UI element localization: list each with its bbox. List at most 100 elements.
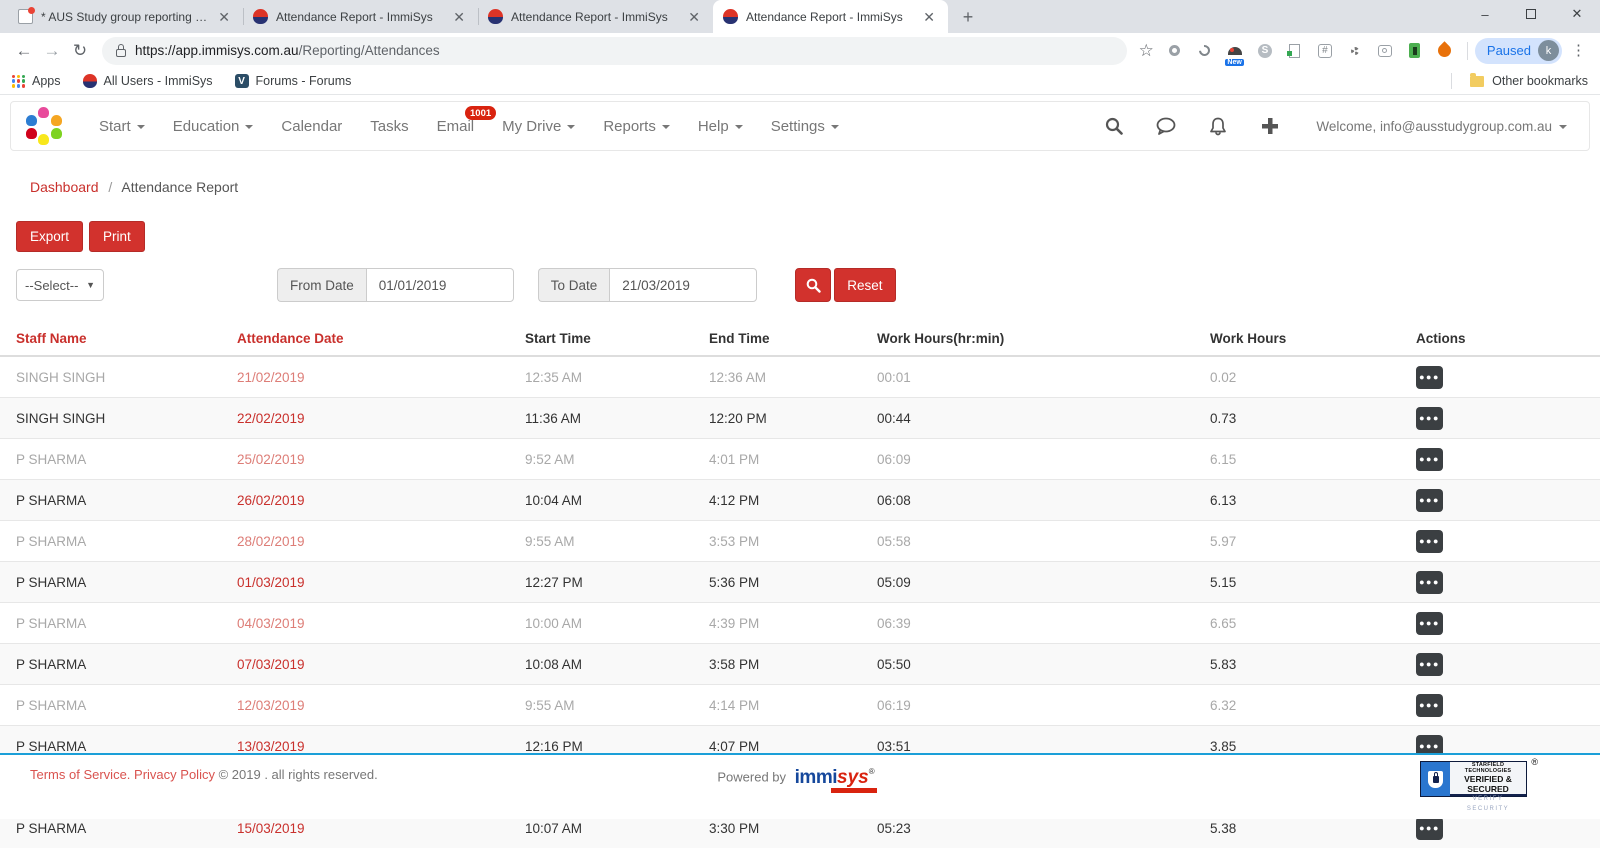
apps-shortcut[interactable]: Apps (12, 74, 61, 88)
search-submit-button[interactable] (795, 268, 831, 302)
address-bar[interactable]: https://app.immisys.com.au/Reporting/Att… (102, 37, 1127, 65)
seal-verify-security: VERIFY SECURITY (1450, 794, 1526, 804)
search-icon[interactable] (1088, 116, 1140, 136)
circle-extension-icon[interactable] (1163, 39, 1186, 62)
from-date-input[interactable] (366, 268, 514, 302)
staff-select-dropdown[interactable]: --Select-- ▼ (16, 269, 104, 301)
immisys-favicon (488, 9, 503, 24)
breadcrumb-dashboard-link[interactable]: Dashboard (30, 179, 99, 195)
chat-icon[interactable] (1140, 116, 1192, 136)
row-actions-button[interactable]: ●●● (1416, 694, 1443, 717)
restore-button[interactable] (1508, 0, 1554, 28)
breadcrumb-current: Attendance Report (121, 179, 238, 195)
cell-staff-name: P SHARMA (0, 480, 221, 521)
table-row: P SHARMA07/03/201910:08 AM3:58 PM05:505.… (0, 644, 1600, 685)
cell-attendance-date[interactable]: 12/03/2019 (221, 685, 509, 726)
tab-close-icon[interactable]: ✕ (450, 9, 468, 25)
row-actions-button[interactable]: ●●● (1416, 530, 1443, 553)
browser-tab[interactable]: * AUS Study group reporting tha ✕ (8, 0, 243, 33)
cell-staff-name: P SHARMA (0, 439, 221, 480)
column-header-end-time: End Time (693, 322, 861, 356)
cell-work-hours-hrmin: 05:50 (861, 644, 1194, 685)
nav-item-tasks[interactable]: Tasks (356, 102, 422, 150)
cell-staff-name: P SHARMA (0, 685, 221, 726)
tab-close-icon[interactable]: ✕ (215, 9, 233, 25)
powered-by-label: Powered by (717, 769, 786, 784)
cell-attendance-date[interactable]: 01/03/2019 (221, 562, 509, 603)
cell-attendance-date[interactable]: 25/02/2019 (221, 439, 509, 480)
print-button[interactable]: Print (89, 221, 145, 252)
row-actions-button[interactable]: ●●● (1416, 817, 1443, 840)
nav-item-email[interactable]: Email 1001 (423, 102, 489, 150)
verified-secured-seal[interactable]: STARFIELD TECHNOLOGIES VERIFIED & SECURE… (1420, 761, 1527, 797)
row-actions-button[interactable]: ●●● (1416, 653, 1443, 676)
close-window-button[interactable]: ✕ (1554, 0, 1600, 28)
reset-button[interactable]: Reset (834, 268, 895, 302)
nav-item-my-drive[interactable]: My Drive (488, 102, 589, 150)
browser-menu-icon[interactable]: ⋮ (1571, 48, 1586, 53)
url-text: https://app.immisys.com.au/Reporting/Att… (135, 43, 440, 58)
row-actions-button[interactable]: ●●● (1416, 366, 1443, 389)
row-actions-button[interactable]: ●●● (1416, 489, 1443, 512)
row-actions-button[interactable]: ●●● (1416, 612, 1443, 635)
cell-attendance-date[interactable]: 04/03/2019 (221, 603, 509, 644)
skype-extension-icon[interactable]: S (1253, 39, 1276, 62)
nav-item-settings[interactable]: Settings (757, 102, 853, 150)
cell-staff-name: SINGH SINGH (0, 356, 221, 398)
add-plus-icon[interactable] (1244, 116, 1296, 136)
row-actions-button[interactable]: ●●● (1416, 571, 1443, 594)
cell-attendance-date[interactable]: 28/02/2019 (221, 521, 509, 562)
cell-actions: ●●● (1400, 521, 1600, 562)
column-header-attendance-date[interactable]: Attendance Date (221, 322, 509, 356)
immisys-logo: immisys® (795, 767, 883, 789)
browser-tab[interactable]: Attendance Report - ImmiSys ✕ (713, 0, 948, 33)
account-menu[interactable]: Welcome, info@ausstudygroup.com.au (1296, 119, 1575, 134)
minimize-button[interactable]: – (1462, 0, 1508, 28)
cell-actions: ●●● (1400, 480, 1600, 521)
document-extension-icon[interactable] (1283, 39, 1306, 62)
bookmark-star-icon[interactable]: ☆ (1139, 41, 1154, 61)
phone-extension-icon[interactable] (1403, 39, 1426, 62)
to-date-input[interactable] (609, 268, 757, 302)
gear-extension-icon[interactable] (1343, 39, 1366, 62)
forward-button[interactable]: → (38, 37, 66, 65)
camera-extension-icon[interactable] (1373, 39, 1396, 62)
cell-attendance-date[interactable]: 21/02/2019 (221, 356, 509, 398)
cell-staff-name: P SHARMA (0, 562, 221, 603)
nav-item-reports[interactable]: Reports (589, 102, 684, 150)
row-actions-button[interactable]: ●●● (1416, 407, 1443, 430)
cell-attendance-date[interactable]: 22/02/2019 (221, 398, 509, 439)
speedtest-extension-icon[interactable]: New (1223, 39, 1246, 62)
nav-item-start[interactable]: Start (85, 102, 159, 150)
tab-close-icon[interactable]: ✕ (920, 9, 938, 25)
aus-study-group-logo[interactable] (25, 107, 63, 145)
row-actions-button[interactable]: ●●● (1416, 448, 1443, 471)
nav-item-help[interactable]: Help (684, 102, 757, 150)
bookmark-item[interactable]: All Users - ImmiSys (83, 74, 213, 88)
export-button[interactable]: Export (16, 221, 83, 252)
other-bookmarks[interactable]: Other bookmarks (1492, 74, 1588, 88)
notifications-bell-icon[interactable] (1192, 116, 1244, 137)
chevron-down-icon (662, 125, 670, 129)
browser-tab[interactable]: Attendance Report - ImmiSys ✕ (478, 0, 713, 33)
tab-close-icon[interactable]: ✕ (685, 9, 703, 25)
table-row: P SHARMA26/02/201910:04 AM4:12 PM06:086.… (0, 480, 1600, 521)
nav-item-education[interactable]: Education (159, 102, 268, 150)
cell-attendance-date[interactable]: 26/02/2019 (221, 480, 509, 521)
cell-attendance-date[interactable]: 07/03/2019 (221, 644, 509, 685)
grid-extension-icon[interactable]: # (1313, 39, 1336, 62)
feather-extension-icon[interactable] (1433, 39, 1456, 62)
cell-start-time: 10:08 AM (509, 644, 693, 685)
nav-item-calendar[interactable]: Calendar (267, 102, 356, 150)
new-tab-button[interactable]: + (954, 3, 982, 31)
avatar[interactable]: k (1538, 40, 1559, 61)
browser-tab[interactable]: Attendance Report - ImmiSys ✕ (243, 0, 478, 33)
bookmark-item[interactable]: V Forums - Forums (235, 74, 352, 88)
back-button[interactable]: ← (10, 37, 38, 65)
column-header-staff-name[interactable]: Staff Name (0, 322, 221, 356)
cell-end-time: 12:20 PM (693, 398, 861, 439)
reload-button[interactable]: ↻ (66, 37, 94, 65)
sync-paused-pill[interactable]: Paused k (1475, 38, 1562, 64)
recycle-extension-icon[interactable] (1193, 39, 1216, 62)
cell-actions: ●●● (1400, 603, 1600, 644)
